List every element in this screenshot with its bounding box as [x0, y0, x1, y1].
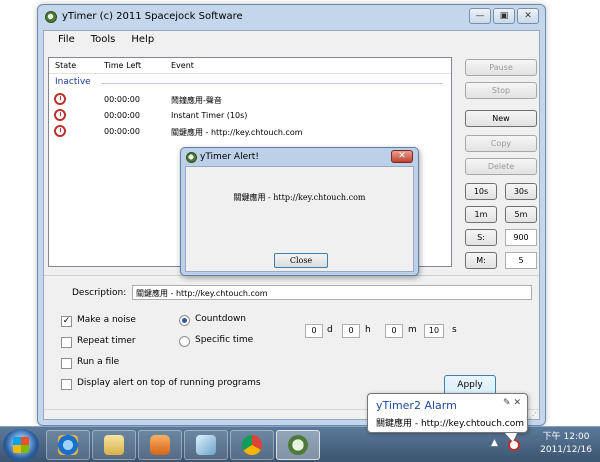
column-time-left[interactable]: Time Left [104, 61, 141, 70]
app-icon [196, 435, 216, 455]
seconds-unit-label: s [452, 325, 457, 335]
window-title: yTimer (c) 2011 Spacejock Software [62, 11, 243, 22]
alert-dialog: yTimer Alert! ✕ 關鍵應用 - http://key.chtouc… [180, 147, 419, 276]
tray-clock[interactable]: 下午 12:00 2011/12/16 [540, 431, 592, 457]
list-item[interactable]: 00:00:00 Instant Timer (10s) [49, 109, 451, 125]
alert-message: 關鍵應用 - http://key.chtouch.com [233, 193, 366, 202]
add-30s-button[interactable]: 30s [505, 183, 537, 200]
taskbar-media-player[interactable] [138, 430, 182, 460]
close-button[interactable]: ✕ [517, 8, 539, 24]
clock-time: 下午 12:00 [542, 432, 590, 442]
ytimer-app-icon [45, 11, 57, 23]
group-divider [101, 83, 443, 84]
custom-minutes-field[interactable]: 5 [505, 252, 537, 269]
hours-field[interactable]: 0 [342, 324, 360, 338]
alert-close-button[interactable]: Close [274, 253, 328, 268]
repeat-timer-label: Repeat timer [77, 336, 136, 346]
custom-minutes-button[interactable]: M: [465, 252, 497, 269]
windows-logo-icon [13, 437, 29, 453]
internet-explorer-icon [58, 435, 78, 455]
pause-button[interactable]: Pause [465, 59, 537, 76]
menu-file[interactable]: File [50, 31, 83, 51]
minutes-field[interactable]: 0 [385, 324, 403, 338]
days-unit-label: d [327, 325, 333, 335]
minimize-button[interactable]: — [469, 8, 491, 24]
event-name: Instant Timer (10s) [171, 111, 248, 120]
menu-tools[interactable]: Tools [83, 31, 124, 51]
alert-close-x-button[interactable]: ✕ [391, 150, 413, 163]
time-left: 00:00:00 [104, 127, 140, 136]
seconds-field[interactable]: 10 [424, 324, 444, 338]
countdown-radio[interactable] [179, 315, 190, 326]
menu-bar: File Tools Help [44, 31, 539, 51]
resize-grip-icon[interactable]: ⋰ [529, 411, 537, 420]
taskbar-app[interactable] [184, 430, 228, 460]
balloon-title: yTimer2 Alarm [376, 399, 457, 412]
maximize-button[interactable]: ▣ [493, 8, 515, 24]
taskbar-ie[interactable] [46, 430, 90, 460]
display-alert-checkbox[interactable] [61, 379, 72, 390]
custom-seconds-field[interactable]: 900 [505, 229, 537, 246]
clock-icon [54, 125, 66, 137]
specific-time-radio[interactable] [179, 336, 190, 347]
make-noise-checkbox[interactable]: ✓ [61, 316, 72, 327]
start-button[interactable] [3, 429, 39, 461]
run-file-checkbox[interactable] [61, 358, 72, 369]
stop-button[interactable]: Stop [465, 82, 537, 99]
column-event[interactable]: Event [171, 61, 194, 70]
balloon-notification[interactable]: yTimer2 Alarm ✎ ✕ 關鍵應用 - http://key.chto… [367, 393, 528, 442]
countdown-label: Countdown [195, 314, 247, 324]
list-item[interactable]: 00:00:00 鬧鐘應用-聲音 [49, 93, 451, 109]
time-left: 00:00:00 [104, 95, 140, 104]
list-header: State Time Left Event [49, 58, 451, 74]
balloon-tail [505, 433, 517, 442]
event-name: 關鍵應用 - http://key.chtouch.com [171, 128, 303, 137]
event-name: 鬧鐘應用-聲音 [171, 96, 222, 105]
taskbar-ytimer[interactable] [276, 430, 320, 460]
specific-time-label: Specific time [195, 335, 254, 345]
description-label: Description: [72, 288, 127, 298]
alert-body: 關鍵應用 - http://key.chtouch.com Close [185, 166, 414, 272]
window-controls: — ▣ ✕ [469, 8, 539, 24]
delete-button[interactable]: Delete [465, 158, 537, 175]
column-state[interactable]: State [55, 61, 76, 70]
make-noise-label: Make a noise [77, 315, 136, 325]
custom-seconds-button[interactable]: S: [465, 229, 497, 246]
hours-unit-label: h [365, 325, 371, 335]
ytimer-taskbar-icon [288, 435, 308, 455]
clock-date: 2011/12/16 [540, 445, 592, 455]
title-bar[interactable]: yTimer (c) 2011 Spacejock Software — ▣ ✕ [38, 5, 545, 29]
chrome-icon [242, 435, 262, 455]
tray-arrow-icon[interactable]: ▲ [491, 438, 498, 448]
add-10s-button[interactable]: 10s [465, 183, 497, 200]
ytimer-alert-icon [186, 152, 197, 163]
time-left: 00:00:00 [104, 111, 140, 120]
add-5m-button[interactable]: 5m [505, 206, 537, 223]
balloon-message: 關鍵應用 - http://key.chtouch.com [376, 419, 524, 429]
alert-title: yTimer Alert! [200, 152, 259, 162]
description-input[interactable]: 關鍵應用 - http://key.chtouch.com [132, 285, 532, 300]
apply-button[interactable]: Apply [444, 375, 496, 395]
clock-icon [54, 93, 66, 105]
media-player-icon [150, 435, 170, 455]
folder-icon [104, 435, 124, 455]
copy-button[interactable]: Copy [465, 135, 537, 152]
days-field[interactable]: 0 [305, 324, 323, 338]
group-inactive[interactable]: Inactive [55, 77, 91, 87]
add-1m-button[interactable]: 1m [465, 206, 497, 223]
repeat-timer-checkbox[interactable] [61, 337, 72, 348]
menu-help[interactable]: Help [123, 31, 162, 51]
run-file-label: Run a file [77, 357, 120, 367]
clock-icon [54, 109, 66, 121]
balloon-close-icon[interactable]: ✎ ✕ [503, 398, 521, 408]
list-item[interactable]: 00:00:00 關鍵應用 - http://key.chtouch.com [49, 125, 451, 141]
taskbar-explorer[interactable] [92, 430, 136, 460]
display-alert-label: Display alert on top of running programs [77, 378, 261, 388]
taskbar-chrome[interactable] [230, 430, 274, 460]
new-button[interactable]: New [465, 110, 537, 127]
minutes-unit-label: m [408, 325, 417, 335]
